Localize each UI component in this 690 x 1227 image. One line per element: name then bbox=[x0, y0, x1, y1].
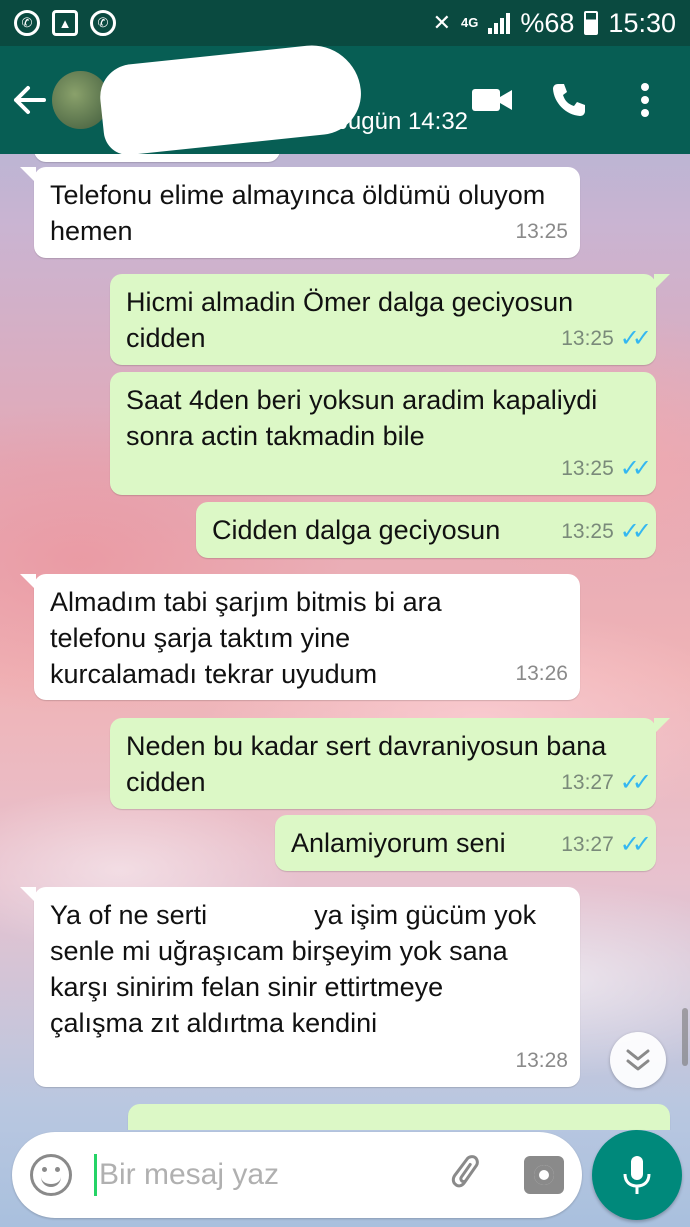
message-text: Telefonu elime almayınca öldümü oluyom h… bbox=[50, 180, 546, 246]
call-notification-icon: ✆ bbox=[90, 10, 116, 36]
back-arrow-icon[interactable] bbox=[0, 46, 58, 154]
message-text: Anlamiyorum seni bbox=[291, 828, 506, 858]
message-bubble-outgoing[interactable]: Neden bu kadar sert davraniyosun bana ci… bbox=[110, 718, 670, 809]
message-time: 13:28 bbox=[515, 1049, 568, 1072]
chat-header: bugün 14:32 bbox=[0, 40, 690, 158]
message-composer bbox=[12, 1132, 582, 1218]
message-text: Neden bu kadar sert davraniyosun bana ci… bbox=[126, 731, 607, 797]
microphone-icon bbox=[623, 1156, 651, 1194]
status-bar: ✆ ▲ ✆ ✕ 4G %68 15:30 bbox=[0, 0, 690, 46]
message-input[interactable] bbox=[99, 1158, 419, 1192]
message-bubble-incoming[interactable]: Almadım tabi şarjım bitmis bi ara telefo… bbox=[20, 574, 580, 700]
network-type-icon: 4G bbox=[461, 15, 479, 30]
chevron-down-icon bbox=[626, 1049, 650, 1071]
message-bubble-incoming[interactable]: Telefonu elime almayınca öldümü oluyom h… bbox=[20, 167, 580, 258]
battery-icon bbox=[584, 11, 599, 35]
video-call-icon[interactable] bbox=[470, 77, 516, 123]
scroll-to-bottom-button[interactable] bbox=[610, 1032, 666, 1088]
message-time: 13:26 bbox=[515, 662, 568, 685]
message-bubble-incoming[interactable]: Ya of ne serti ya işim gücüm yok senle m… bbox=[20, 887, 580, 1087]
message-bubble-outgoing[interactable]: Cidden dalga geciyosun 13:25 ✓✓ bbox=[196, 502, 656, 558]
message-time: 13:27 bbox=[561, 771, 614, 794]
text-cursor bbox=[94, 1154, 97, 1196]
message-time: 13:25 bbox=[561, 457, 614, 480]
contact-info[interactable]: bugün 14:32 bbox=[96, 40, 470, 158]
voice-call-icon[interactable] bbox=[546, 77, 592, 123]
gallery-notification-icon: ▲ bbox=[52, 10, 78, 36]
voice-message-button[interactable] bbox=[592, 1130, 682, 1220]
attachment-paperclip-icon[interactable] bbox=[446, 1153, 490, 1197]
redacted-contact-name bbox=[96, 40, 365, 158]
message-time: 13:27 bbox=[561, 833, 614, 856]
read-receipt-icon: ✓✓ bbox=[619, 325, 652, 352]
message-bubble-outgoing[interactable]: Anlamiyorum seni 13:27 ✓✓ bbox=[275, 815, 656, 871]
signal-strength-icon bbox=[488, 12, 511, 34]
message-text-start: Ya of ne serti bbox=[50, 900, 215, 930]
redacted-name bbox=[214, 901, 307, 932]
message-text: Saat 4den beri yoksun aradim kapaliydi s… bbox=[126, 385, 598, 451]
read-receipt-icon: ✓✓ bbox=[619, 518, 652, 545]
emoji-icon[interactable] bbox=[30, 1154, 72, 1196]
clock: 15:30 bbox=[608, 7, 676, 38]
message-bubble-outgoing[interactable]: Hicmi almadin Ömer dalga geciyosun cidde… bbox=[110, 274, 670, 365]
message-time: 13:25 bbox=[515, 220, 568, 243]
mute-vibrate-icon: ✕ bbox=[432, 10, 452, 35]
whatsapp-notification-icon: ✆ bbox=[14, 10, 40, 36]
message-bubble-outgoing[interactable]: Saat 4den beri yoksun aradim kapaliydi s… bbox=[110, 372, 656, 495]
message-time: 13:25 bbox=[561, 327, 614, 350]
battery-percentage: %68 bbox=[520, 7, 575, 38]
message-text: Almadım tabi şarjım bitmis bi ara telefo… bbox=[50, 587, 442, 689]
read-receipt-icon: ✓✓ bbox=[619, 831, 652, 858]
message-text: Cidden dalga geciyosun bbox=[212, 515, 501, 545]
read-receipt-icon: ✓✓ bbox=[619, 769, 652, 796]
read-receipt-icon: ✓✓ bbox=[619, 455, 652, 482]
message-time: 13:25 bbox=[561, 520, 614, 543]
message-bubble-partial bbox=[34, 154, 280, 162]
message-bubble-partial bbox=[128, 1104, 670, 1130]
message-list[interactable]: Telefonu elime almayınca öldümü oluyom h… bbox=[0, 154, 690, 1130]
more-options-icon[interactable] bbox=[622, 77, 668, 123]
last-seen-text: bugün 14:32 bbox=[334, 108, 469, 135]
message-text: Hicmi almadin Ömer dalga geciyosun cidde… bbox=[126, 287, 574, 353]
camera-icon[interactable] bbox=[524, 1156, 564, 1194]
scrollbar[interactable] bbox=[682, 1008, 688, 1066]
